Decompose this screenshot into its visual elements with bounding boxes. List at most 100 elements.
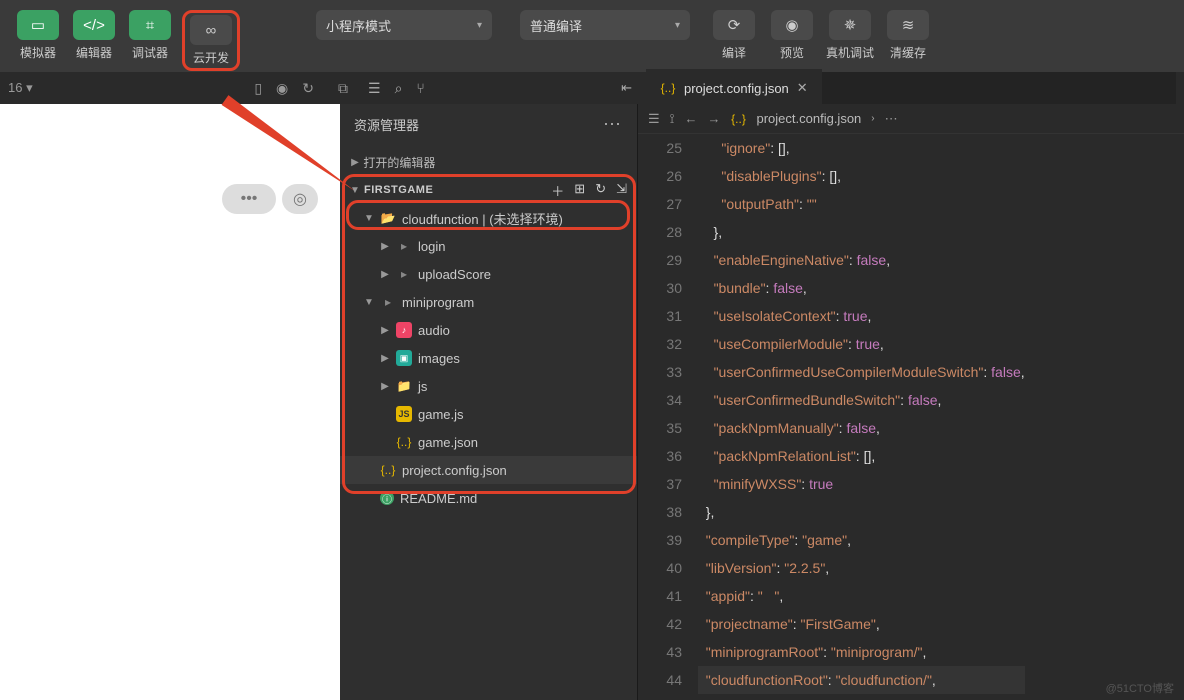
- chevron-right-icon: ›: [871, 113, 874, 124]
- eye-icon: ◉: [771, 10, 813, 40]
- search-icon[interactable]: ⌕: [395, 80, 403, 97]
- chevron-down-icon: ▾: [675, 20, 680, 31]
- file-icon: ▸: [396, 238, 412, 254]
- new-file-icon[interactable]: ＋: [551, 181, 564, 200]
- file-name: uploadScore: [418, 267, 491, 282]
- refresh-icon[interactable]: ↻: [595, 181, 606, 200]
- record-icon[interactable]: ◉: [276, 80, 288, 97]
- tree-node[interactable]: ▼ ▸ miniprogram: [340, 288, 637, 316]
- editor-pane: ☰ ⟟ ← → {..} project.config.json › ⋯ 252…: [638, 104, 1184, 700]
- clear-cache-button[interactable]: ≋清缓存: [884, 10, 932, 61]
- line-gutter: 2526272829303132333435363738394041424344: [638, 134, 692, 700]
- new-folder-icon[interactable]: ⊞: [574, 181, 585, 200]
- file-name: audio: [418, 323, 450, 338]
- file-name: game.js: [418, 407, 464, 422]
- forward-icon[interactable]: →: [708, 111, 721, 126]
- file-name: game.json: [418, 435, 478, 450]
- collapse-all-icon[interactable]: ⇲: [616, 181, 627, 200]
- compile-button[interactable]: ⟳编译: [710, 10, 758, 61]
- twisty-icon: ▶: [380, 381, 390, 392]
- watermark: @51CTO博客: [1106, 680, 1174, 696]
- json-icon: {..}: [731, 111, 747, 127]
- chevron-down-icon: ▼: [350, 185, 360, 196]
- file-icon: {..}: [380, 462, 396, 478]
- file-name: images: [418, 351, 460, 366]
- tree-node[interactable]: ▶ ♪ audio: [340, 316, 637, 344]
- chevron-down-icon: ▾: [477, 20, 482, 31]
- tree-node[interactable]: ▶▸uploadScore: [340, 260, 637, 288]
- file-icon: JS: [396, 406, 412, 422]
- capsule-menu[interactable]: •••: [222, 184, 276, 214]
- tree-node[interactable]: ▶ ▸ login: [340, 232, 637, 260]
- debug-icon: ✵: [829, 10, 871, 40]
- tree-node[interactable]: {..} project.config.json: [340, 456, 637, 484]
- layers-icon: ≋: [887, 10, 929, 40]
- tree-node[interactable]: {..} game.json: [340, 428, 637, 456]
- code-icon: </>: [73, 10, 115, 40]
- json-icon: {..}: [660, 80, 676, 96]
- tab-label: project.config.json: [684, 81, 789, 96]
- explorer-title: 资源管理器: [354, 115, 419, 134]
- open-editors-section[interactable]: ▶ 打开的编辑器: [340, 148, 637, 176]
- list-icon[interactable]: ☰: [368, 80, 381, 97]
- file-name: login: [418, 239, 445, 254]
- close-icon[interactable]: ✕: [797, 80, 808, 96]
- cloud-button[interactable]: ∞ 云开发: [187, 15, 235, 66]
- editor-button[interactable]: </> 编辑器: [70, 10, 118, 61]
- file-icon: ▸: [380, 294, 396, 310]
- list-icon[interactable]: ☰: [648, 111, 660, 127]
- real-debug-button[interactable]: ✵真机调试: [826, 10, 874, 61]
- breadcrumb-bar: ☰ ⟟ ← → {..} project.config.json › ⋯: [638, 104, 1184, 134]
- file-icon: 📁: [396, 378, 412, 394]
- breadcrumb[interactable]: project.config.json: [757, 111, 862, 126]
- twisty-icon: ▼: [364, 297, 374, 308]
- tree-node[interactable]: ▶ ▣ images: [340, 344, 637, 372]
- twisty-icon: ▼: [364, 213, 374, 224]
- rotate-icon[interactable]: ↻: [302, 80, 314, 97]
- zoom-select[interactable]: 16 ▾: [8, 80, 33, 96]
- preview-button[interactable]: ◉预览: [768, 10, 816, 61]
- tree-node[interactable]: ⓘREADME.md: [340, 484, 637, 512]
- bug-icon: ⌗: [129, 10, 171, 40]
- debugger-button[interactable]: ⌗ 调试器: [126, 10, 174, 61]
- cloud-icon: ∞: [190, 15, 232, 45]
- file-icon: {..}: [396, 434, 412, 450]
- code-editor[interactable]: 2526272829303132333435363738394041424344…: [638, 134, 1184, 700]
- refresh-icon: ⟳: [713, 10, 755, 40]
- file-icon: ♪: [396, 322, 412, 338]
- twisty-icon: ▶: [380, 353, 390, 364]
- tree-node[interactable]: ▶📁js: [340, 372, 637, 400]
- twisty-icon: ▶: [380, 241, 390, 252]
- collapse-icon[interactable]: ⇤: [621, 80, 632, 96]
- file-name: README.md: [400, 491, 477, 506]
- device-icon: ▭: [17, 10, 59, 40]
- compile-mode-select[interactable]: 普通编译▾: [520, 10, 690, 40]
- file-name: miniprogram: [402, 295, 474, 310]
- code-lines: "ignore": [], "disablePlugins": [], "out…: [692, 134, 1025, 700]
- more-icon[interactable]: ⋯: [603, 114, 623, 135]
- project-section[interactable]: ▼ FIRSTGAME ＋ ⊞ ↻ ⇲: [340, 176, 637, 204]
- file-name: project.config.json: [402, 463, 507, 478]
- bookmark-icon[interactable]: ⟟: [670, 111, 675, 127]
- back-icon[interactable]: ←: [685, 111, 698, 126]
- window-icon[interactable]: ⧉: [338, 80, 348, 97]
- file-icon: ▣: [396, 350, 412, 366]
- capsule-close[interactable]: ◎: [282, 184, 318, 214]
- sub-toolbar: 16 ▾ ▯ ◉ ↻ ⧉ ☰ ⌕ ⑂ ⇤ {..} project.config…: [0, 72, 1184, 104]
- file-tree: ▶ 打开的编辑器 ▼ FIRSTGAME ＋ ⊞ ↻ ⇲ ▼ 📂 cloudfunc…: [340, 144, 637, 516]
- more-icon[interactable]: ⋯: [885, 111, 898, 127]
- mode-select[interactable]: 小程序模式▾: [316, 10, 492, 40]
- file-name: cloudfunction | (未选择环境): [402, 209, 563, 228]
- file-icon: ▸: [396, 266, 412, 282]
- toolbar: ▭ 模拟器 </> 编辑器 ⌗ 调试器 ∞ 云开发 小程序模式▾ 普通编译▾ ⟳…: [0, 0, 1184, 72]
- explorer-pane: 资源管理器 ⋯ ▶ 打开的编辑器 ▼ FIRSTGAME ＋ ⊞ ↻ ⇲: [340, 104, 638, 700]
- simulator-button[interactable]: ▭ 模拟器: [14, 10, 62, 61]
- chevron-right-icon: ▶: [350, 157, 360, 168]
- editor-tab[interactable]: {..} project.config.json ✕: [646, 69, 822, 107]
- device-icon[interactable]: ▯: [254, 80, 262, 97]
- file-icon: 📂: [380, 210, 396, 226]
- tree-node[interactable]: ▼ 📂 cloudfunction | (未选择环境): [340, 204, 637, 232]
- twisty-icon: ▶: [380, 325, 390, 336]
- tree-node[interactable]: JS game.js: [340, 400, 637, 428]
- branch-icon[interactable]: ⑂: [416, 80, 424, 97]
